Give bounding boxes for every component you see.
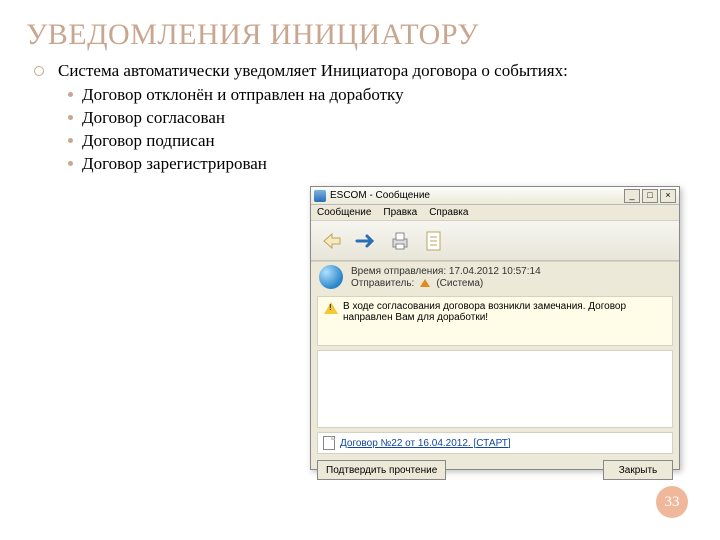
sent-label: Время отправления: [351, 266, 446, 277]
menu-message[interactable]: Сообщение [317, 207, 371, 218]
message-text: В ходе согласования договора возникли за… [343, 301, 666, 323]
attachment-link[interactable]: Договор №22 от 16.04.2012. [СТАРТ] [340, 438, 511, 449]
reply-icon[interactable] [317, 226, 347, 256]
app-icon [314, 190, 326, 202]
slide-title: УВЕДОМЛЕНИЯ ИНИЦИАТОРУ [0, 0, 720, 60]
confirm-read-button[interactable]: Подтвердить прочтение [317, 460, 446, 480]
sent-value: 17.04.2012 10:57:14 [449, 266, 541, 277]
menubar: Сообщение Правка Справка [311, 205, 679, 221]
list-item: Договор согласован [68, 107, 690, 130]
empty-panel [317, 350, 673, 428]
attachment-doc-icon [323, 436, 335, 450]
from-value: (Система) [436, 278, 483, 289]
menu-help[interactable]: Справка [429, 207, 468, 218]
list-item: Договор подписан [68, 130, 690, 153]
close-message-button[interactable]: Закрыть [603, 460, 673, 480]
attachment-row: Договор №22 от 16.04.2012. [СТАРТ] [317, 432, 673, 454]
maximize-button[interactable]: □ [642, 189, 658, 203]
message-window: ESCOM - Сообщение _ □ × Сообщение Правка… [310, 186, 680, 470]
window-title: ESCOM - Сообщение [330, 190, 624, 201]
document-icon[interactable] [419, 226, 449, 256]
close-button[interactable]: × [660, 189, 676, 203]
list-item: Договор отклонён и отправлен на доработк… [68, 84, 690, 107]
print-icon[interactable] [385, 226, 415, 256]
warning-icon [324, 302, 338, 314]
from-label: Отправитель: [351, 278, 414, 289]
sender-arrow-icon [420, 279, 430, 287]
bullet-list: Договор отклонён и отправлен на доработк… [40, 84, 690, 176]
window-titlebar[interactable]: ESCOM - Сообщение _ □ × [311, 187, 679, 205]
globe-icon [319, 265, 343, 289]
forward-icon[interactable] [351, 226, 381, 256]
list-item: Договор зарегистрирован [68, 153, 690, 176]
toolbar [311, 221, 679, 261]
menu-edit[interactable]: Правка [383, 207, 417, 218]
lead-text: Система автоматически уведомляет Инициат… [40, 60, 690, 82]
message-body: В ходе согласования договора возникли за… [317, 296, 673, 346]
minimize-button[interactable]: _ [624, 189, 640, 203]
page-number-badge: 33 [656, 486, 688, 518]
